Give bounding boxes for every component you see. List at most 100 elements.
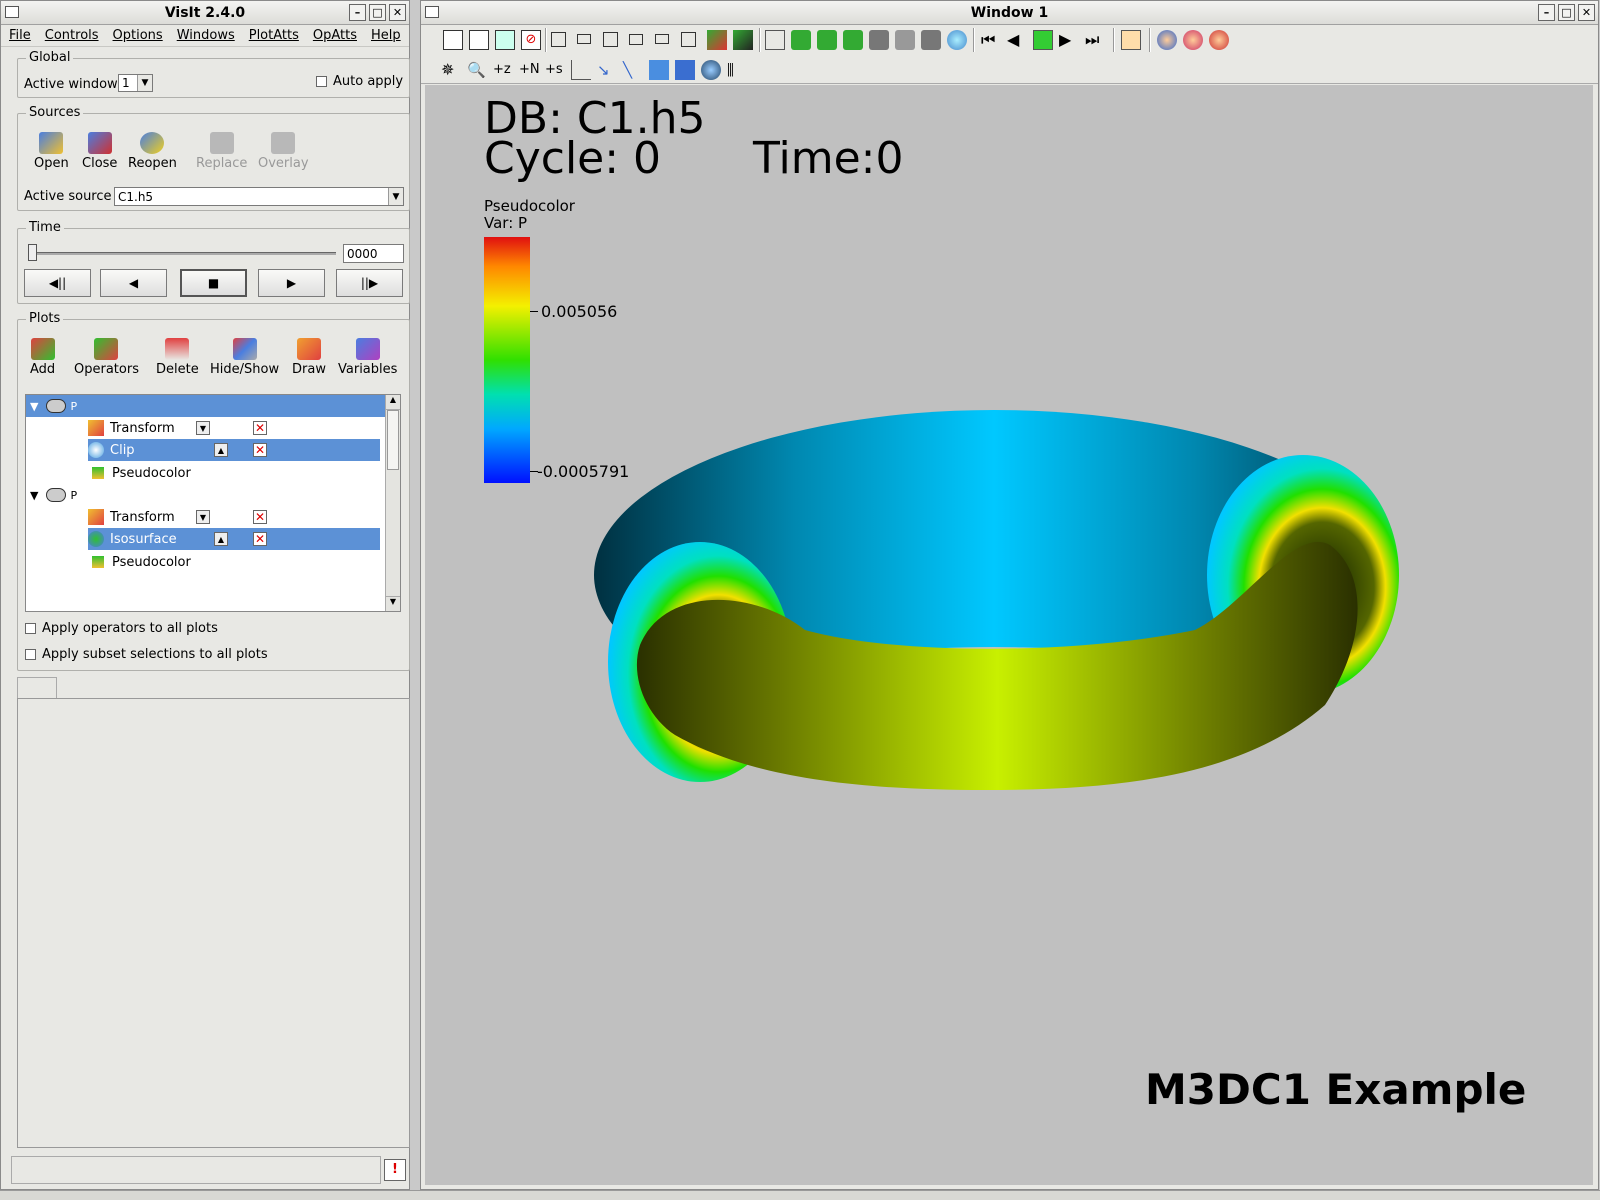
last-frame-icon[interactable]: ⏭ xyxy=(1085,30,1105,50)
operator-row-clip-1[interactable]: Clip xyxy=(88,439,380,461)
layout-2x2-icon[interactable] xyxy=(603,32,618,47)
scroll-thumb[interactable] xyxy=(387,410,399,470)
remove-operator-icon[interactable]: ✕ xyxy=(253,421,267,435)
close-icon[interactable]: ✕ xyxy=(389,4,406,21)
stop-frame-icon[interactable] xyxy=(1033,30,1053,50)
remove-operator-icon[interactable]: ✕ xyxy=(253,532,267,546)
step-forward-button[interactable]: ||▶ xyxy=(336,269,403,297)
error-icon[interactable]: ! xyxy=(384,1159,406,1181)
clear-window-icon[interactable] xyxy=(443,30,463,50)
layout-2x3-icon[interactable] xyxy=(629,34,643,45)
layout-3x2-icon[interactable] xyxy=(655,34,669,44)
globe-icon[interactable] xyxy=(947,30,967,50)
layout-3x3-icon[interactable] xyxy=(681,32,696,47)
plot-visibility-icon[interactable] xyxy=(46,488,67,502)
curve-icon[interactable] xyxy=(571,60,591,80)
delete-window-icon[interactable]: ⊘ xyxy=(521,30,541,50)
recenter-view-icon[interactable] xyxy=(817,30,837,50)
hide-show-button[interactable]: Hide/Show xyxy=(210,338,279,377)
lock-view-icon[interactable] xyxy=(707,30,727,50)
menu-help[interactable]: Help xyxy=(371,28,401,43)
new-window-icon[interactable] xyxy=(469,30,489,50)
menu-controls[interactable]: Controls xyxy=(45,28,99,43)
lineout-icon[interactable]: ╲ xyxy=(623,60,643,80)
maximize-icon[interactable]: □ xyxy=(369,4,386,21)
collapse-triangle-icon[interactable]: ▼ xyxy=(30,400,38,413)
lock-time-icon[interactable] xyxy=(733,30,753,50)
remove-operator-icon[interactable]: ✕ xyxy=(253,510,267,524)
axis-restriction-icon[interactable]: ⫼ xyxy=(727,60,747,80)
reset-view-icon[interactable] xyxy=(791,30,811,50)
operator-row-transform-1[interactable]: Transform xyxy=(88,417,175,439)
move-down-icon[interactable]: ▼ xyxy=(196,421,210,435)
minimize-icon[interactable]: – xyxy=(1538,4,1555,21)
plot-visibility-icon[interactable] xyxy=(46,399,67,413)
auto-apply-checkbox[interactable]: Auto apply xyxy=(316,74,403,89)
menu-plotatts[interactable]: PlotAtts xyxy=(249,28,299,43)
time-slider-handle[interactable] xyxy=(28,244,37,261)
plot-row-pseudocolor-2[interactable]: Pseudocolor xyxy=(92,551,191,573)
minimize-icon[interactable]: – xyxy=(349,4,366,21)
window-menu-icon[interactable] xyxy=(425,6,439,18)
plot-row-1[interactable]: ▼ P xyxy=(26,395,386,417)
overlay-button[interactable]: Overlay xyxy=(258,132,309,171)
reopen-button[interactable]: Reopen xyxy=(128,132,177,171)
menu-file[interactable]: File xyxy=(9,28,31,43)
play-frame-icon[interactable]: ▶ xyxy=(1059,30,1079,50)
plot-row-pseudocolor-1[interactable]: Pseudocolor xyxy=(92,462,191,484)
camera-icon[interactable] xyxy=(869,30,889,50)
plot-list-scrollbar[interactable]: ▲ ▼ xyxy=(385,395,400,611)
open-button[interactable]: Open xyxy=(34,132,69,171)
delete-plot-button[interactable]: Delete xyxy=(156,338,199,377)
replace-button[interactable]: Replace xyxy=(196,132,247,171)
sphere-tool-icon[interactable] xyxy=(701,60,721,80)
scroll-up-icon[interactable]: ▲ xyxy=(386,395,400,410)
previous-frame-icon[interactable]: ◀ xyxy=(1007,30,1027,50)
node-pick-icon[interactable]: +N xyxy=(519,60,540,80)
plane-tool-icon[interactable] xyxy=(649,60,669,80)
gui-titlebar[interactable]: VisIt 2.4.0 – □ ✕ xyxy=(1,1,409,25)
menu-opatts[interactable]: OpAtts xyxy=(313,28,357,43)
stop-button[interactable]: ■ xyxy=(180,269,247,297)
draw-button[interactable]: Draw xyxy=(292,338,326,377)
notepad-tab[interactable] xyxy=(17,677,57,699)
collapse-triangle-icon[interactable]: ▼ xyxy=(30,489,38,502)
move-down-icon[interactable]: ▼ xyxy=(196,510,210,524)
lock-time-person-icon[interactable] xyxy=(1183,30,1203,50)
clone-window-icon[interactable] xyxy=(495,30,515,50)
close-button[interactable]: Close xyxy=(82,132,117,171)
active-window-select[interactable]: 1 ▼ xyxy=(118,74,153,92)
render-viewport[interactable]: DB: C1.h5 Cycle: 0 Time:0 Pseudocolor Va… xyxy=(425,85,1593,1185)
close-icon[interactable]: ✕ xyxy=(1578,4,1595,21)
add-plot-button[interactable]: Add xyxy=(30,338,55,377)
operator-row-isosurface-2[interactable]: Isosurface xyxy=(88,528,380,550)
scroll-down-icon[interactable]: ▼ xyxy=(386,596,400,611)
time-slider-track[interactable] xyxy=(28,252,336,255)
apply-operators-checkbox[interactable]: Apply operators to all plots xyxy=(25,621,218,636)
step-back-button[interactable]: ◀|| xyxy=(24,269,91,297)
variables-button[interactable]: Variables xyxy=(338,338,397,377)
choose-view-icon[interactable] xyxy=(921,30,941,50)
move-up-icon[interactable]: ▲ xyxy=(214,443,228,457)
window-menu-icon[interactable] xyxy=(5,6,19,18)
pick-line-icon[interactable]: ↘ xyxy=(597,60,617,80)
apply-subset-checkbox[interactable]: Apply subset selections to all plots xyxy=(25,647,268,662)
spreadsheet-pick-icon[interactable]: +s xyxy=(545,60,565,80)
perspective-icon[interactable] xyxy=(765,30,785,50)
first-frame-icon[interactable]: ⏮ xyxy=(981,30,1001,50)
layout-1x1-icon[interactable] xyxy=(551,32,566,47)
menu-windows[interactable]: Windows xyxy=(177,28,235,43)
lock-view-person-icon[interactable] xyxy=(1209,30,1229,50)
zoom-icon[interactable]: 🔍 xyxy=(467,60,487,80)
play-reverse-button[interactable]: ◀ xyxy=(100,269,167,297)
animation-settings-icon[interactable] xyxy=(1121,30,1141,50)
time-value-field[interactable]: 0000 xyxy=(343,244,404,263)
viewer-titlebar[interactable]: Window 1 – □ ✕ xyxy=(421,1,1598,25)
plot-row-2[interactable]: ▼ P xyxy=(26,484,386,506)
move-up-icon[interactable]: ▲ xyxy=(214,532,228,546)
save-view-icon[interactable] xyxy=(895,30,915,50)
operators-button[interactable]: Operators xyxy=(74,338,139,377)
maximize-icon[interactable]: □ xyxy=(1558,4,1575,21)
remove-operator-icon[interactable]: ✕ xyxy=(253,443,267,457)
layout-1x2-icon[interactable] xyxy=(577,34,591,44)
